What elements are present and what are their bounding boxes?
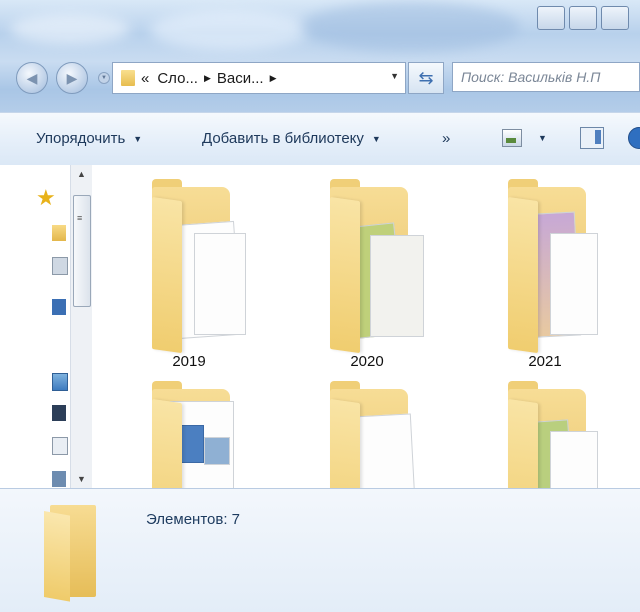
close-button[interactable]: [601, 6, 629, 30]
folder-front: [44, 511, 70, 602]
documents-icon[interactable]: [52, 437, 68, 455]
scroll-down-icon[interactable]: ▼: [77, 474, 86, 484]
chevron-down-icon: ▼: [101, 75, 107, 81]
organize-label: Упорядочить: [36, 130, 126, 147]
navigation-pane: ★: [0, 165, 70, 488]
minimize-button[interactable]: [537, 6, 565, 30]
folder-icon: [44, 501, 96, 602]
refresh-button[interactable]: ⇆: [408, 62, 444, 94]
background-blur: [150, 10, 310, 50]
command-bar: Упорядочить ▼ Добавить в библиотеку ▼ » ▼: [0, 112, 640, 166]
grip-icon: ≡: [77, 213, 83, 223]
chevron-right-icon[interactable]: ▶: [270, 73, 277, 84]
address-dropdown-icon[interactable]: ▼: [390, 71, 399, 81]
folder-icon[interactable]: [52, 225, 66, 241]
folder-front: [330, 197, 360, 354]
folder-item[interactable]: [114, 375, 264, 488]
recent-places-icon[interactable]: [52, 257, 68, 275]
libraries-icon[interactable]: [52, 373, 68, 391]
breadcrumb-label: Сло...: [157, 69, 198, 87]
details-pane: Элементов: 7: [0, 488, 640, 612]
window-controls: [537, 6, 629, 30]
document-thumbnail: [370, 235, 424, 337]
folder-front: [330, 399, 360, 488]
change-view-icon[interactable]: [502, 129, 522, 147]
refresh-icon: ⇆: [418, 67, 434, 88]
breadcrumb-item[interactable]: Сло... ▶: [157, 70, 217, 87]
address-bar[interactable]: « Сло... ▶ Васи... ▶ ▼: [112, 62, 406, 94]
folder-item[interactable]: [470, 375, 620, 488]
chevron-down-icon: ▼: [133, 133, 143, 144]
back-button[interactable]: ◀: [16, 62, 48, 94]
folder-item[interactable]: 2020: [292, 173, 442, 370]
folder-front: [152, 399, 182, 488]
navigation-scrollbar[interactable]: ▲ ≡ ▼: [70, 165, 94, 488]
background-blur: [10, 14, 130, 44]
overflow-crumb[interactable]: «: [141, 70, 149, 87]
window-title-area: ◀ ▶ ▼ « Сло... ▶ Васи... ▶ ▼ ⇆ Поиск: Ва…: [0, 0, 640, 112]
folder-icon: [121, 70, 135, 86]
folder-front: [508, 399, 538, 488]
forward-button[interactable]: ▶: [56, 62, 88, 94]
document-thumbnail: [550, 431, 598, 488]
arrow-left-icon: ◀: [26, 69, 38, 86]
folder-name: 2019: [172, 353, 206, 370]
breadcrumb-item[interactable]: Васи... ▶: [217, 70, 283, 87]
chevron-down-icon: ▼: [371, 133, 381, 144]
folder-front: [152, 197, 182, 354]
folder-name: 2021: [528, 353, 562, 370]
videos-icon[interactable]: [52, 405, 66, 421]
scroll-up-icon[interactable]: ▲: [77, 169, 86, 179]
help-icon[interactable]: [628, 127, 640, 149]
document-thumbnail: [550, 233, 598, 335]
pictures-icon[interactable]: [52, 471, 66, 487]
preview-pane-button[interactable]: [580, 127, 604, 149]
more-commands-button[interactable]: »: [442, 130, 450, 147]
search-input[interactable]: Поиск: Васильків Н.П: [452, 62, 640, 92]
folder-front: [508, 197, 538, 354]
favorites-star-icon[interactable]: ★: [36, 185, 56, 211]
chevron-right-icon[interactable]: ▶: [204, 73, 211, 84]
breadcrumb-label: Васи...: [216, 69, 264, 87]
view-options-dropdown-icon[interactable]: ▼: [538, 133, 547, 143]
add-to-library-button[interactable]: Добавить в библиотеку ▼: [202, 130, 381, 147]
folder-item[interactable]: 2021: [470, 173, 620, 370]
folder-item[interactable]: 2019: [114, 173, 264, 370]
add-to-library-label: Добавить в библиотеку: [202, 130, 364, 147]
recent-pages-dropdown[interactable]: ▼: [98, 72, 110, 84]
background-blur: [300, 2, 520, 52]
scrollbar-thumb[interactable]: [73, 195, 91, 307]
desktop-icon[interactable]: [52, 299, 66, 315]
folder-item[interactable]: [292, 375, 442, 488]
arrow-right-icon: ▶: [66, 69, 78, 86]
item-count: Элементов: 7: [146, 511, 241, 528]
document-thumbnail: [194, 233, 246, 335]
document-thumbnail: [204, 437, 230, 465]
maximize-button[interactable]: [569, 6, 597, 30]
file-list: 2019 2020 2021: [92, 165, 640, 488]
organize-button[interactable]: Упорядочить ▼: [36, 130, 142, 147]
folder-name: 2020: [350, 353, 384, 370]
